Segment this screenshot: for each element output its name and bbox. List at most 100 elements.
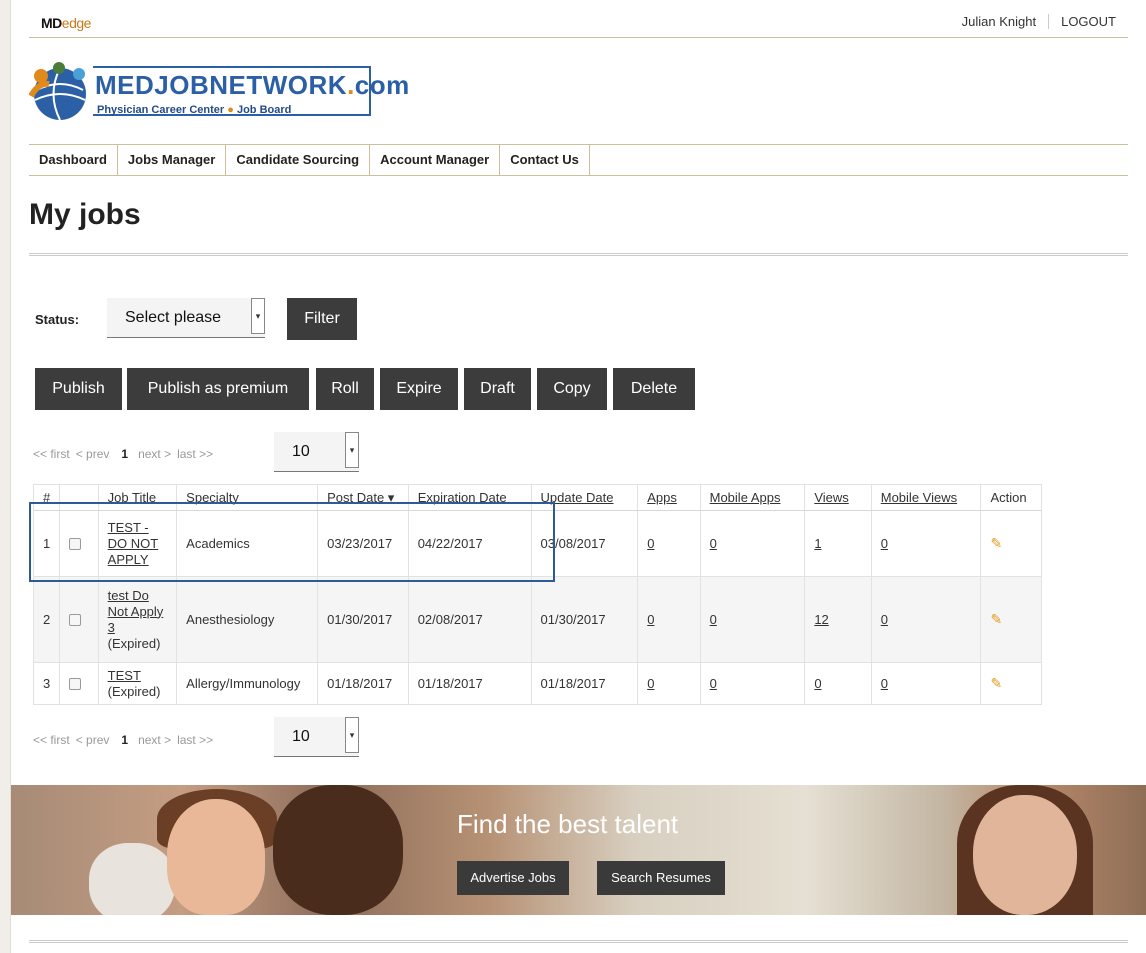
per-page-select-bottom[interactable]: 10 ▾ — [274, 717, 359, 757]
draft-button[interactable]: Draft — [464, 368, 531, 410]
col-expiration-date[interactable]: Expiration Date — [407, 484, 532, 511]
delete-button[interactable]: Delete — [613, 368, 695, 410]
row-checkbox-cell — [59, 662, 99, 705]
pencil-icon[interactable]: ✎ — [990, 535, 1002, 551]
job-title-link[interactable]: test Do Not Apply 3 — [108, 588, 164, 635]
nav-dashboard[interactable]: Dashboard — [29, 145, 118, 175]
col-post-date[interactable]: Post Date ▾ — [317, 484, 409, 511]
update-date-cell: 01/30/2017 — [530, 576, 639, 663]
col-apps[interactable]: Apps — [637, 484, 701, 511]
row-checkbox[interactable] — [69, 678, 82, 691]
publish-button[interactable]: Publish — [35, 368, 122, 410]
mobile-views-link[interactable]: 0 — [881, 612, 888, 627]
pager-next-link[interactable]: next > — [138, 733, 171, 747]
roll-button[interactable]: Roll — [316, 368, 374, 410]
per-page-select-top[interactable]: 10 ▾ — [274, 432, 359, 472]
search-resumes-button[interactable]: Search Resumes — [597, 861, 725, 895]
filter-button[interactable]: Filter — [287, 298, 357, 340]
col-mobile-apps[interactable]: Mobile Apps — [699, 484, 806, 511]
pager-first-link[interactable]: << first — [33, 447, 70, 461]
status-select-value: Select please — [125, 309, 222, 326]
user-name-link[interactable]: Julian Knight — [950, 14, 1050, 29]
logo-wordmark: MEDJOBNETWORK.com — [95, 70, 410, 101]
pager-current: 1 — [121, 733, 129, 747]
action-cell: ✎ — [980, 576, 1042, 663]
pencil-icon[interactable]: ✎ — [990, 675, 1002, 691]
caret-down-icon: ▾ — [345, 717, 359, 753]
post-date-cell: 01/18/2017 — [317, 662, 409, 705]
mdedge-logo[interactable]: MDedge — [41, 15, 91, 31]
table-row: 2 test Do Not Apply 3 (Expired) Anesthesi… — [32, 576, 1042, 663]
expiration-date-cell: 01/18/2017 — [407, 662, 532, 705]
apps-link[interactable]: 0 — [647, 536, 654, 551]
status-select[interactable]: Select please ▾ — [107, 298, 265, 338]
pager-next-link[interactable]: next > — [138, 447, 171, 461]
col-views[interactable]: Views — [804, 484, 872, 511]
apps-cell: 0 — [637, 576, 701, 663]
logo-tagline-bullet: ● — [227, 104, 234, 116]
publish-premium-button[interactable]: Publish as premium — [127, 368, 309, 410]
col-update-date[interactable]: Update Date — [530, 484, 639, 511]
col-job-title[interactable]: Job Title — [97, 484, 178, 511]
logo-wordmark-main: MEDJOBNETWORK — [95, 70, 348, 100]
mobile-apps-cell: 0 — [699, 662, 806, 705]
specialty-cell: Allergy/Immunology — [176, 662, 319, 705]
col-mobile-views[interactable]: Mobile Views — [870, 484, 982, 511]
nav-jobs-manager[interactable]: Jobs Manager — [118, 145, 227, 175]
job-status-suffix: (Expired) — [107, 683, 161, 699]
mobile-apps-link[interactable]: 0 — [710, 536, 717, 551]
job-title-link[interactable]: TEST — [108, 668, 141, 683]
apps-link[interactable]: 0 — [647, 612, 654, 627]
pager-last-link[interactable]: last >> — [177, 447, 213, 461]
logo-tagline: Physician Career Center ● Job Board — [97, 104, 291, 116]
nav-account-manager[interactable]: Account Manager — [370, 145, 501, 175]
expire-button[interactable]: Expire — [380, 368, 458, 410]
page-title: My jobs — [29, 198, 141, 231]
specialty-cell: Anesthesiology — [176, 576, 319, 663]
pager-current: 1 — [121, 447, 129, 461]
caret-down-icon: ▾ — [251, 298, 265, 334]
pager-last-link[interactable]: last >> — [177, 733, 213, 747]
job-title-link[interactable]: TEST - DO NOT APPLY — [108, 520, 159, 567]
mobile-views-link[interactable]: 0 — [881, 676, 888, 691]
logout-link[interactable]: LOGOUT — [1049, 14, 1128, 29]
apps-link[interactable]: 0 — [647, 676, 654, 691]
job-status-suffix: (Expired) — [107, 635, 161, 651]
medjobnetwork-logo[interactable]: MEDJOBNETWORK.com Physician Career Cente… — [29, 56, 409, 124]
row-checkbox[interactable] — [69, 614, 82, 627]
per-page-value: 10 — [292, 443, 310, 460]
pager-first-link[interactable]: << first — [33, 733, 70, 747]
mobile-apps-link[interactable]: 0 — [710, 676, 717, 691]
status-label: Status: — [35, 312, 80, 327]
mobile-views-link[interactable]: 0 — [881, 536, 888, 551]
mobile-views-cell: 0 — [870, 576, 982, 663]
col-specialty[interactable]: Specialty — [176, 484, 319, 511]
col-number: # — [32, 484, 61, 511]
nav-candidate-sourcing[interactable]: Candidate Sourcing — [226, 145, 371, 175]
views-link[interactable]: 12 — [814, 612, 828, 627]
advertise-jobs-button[interactable]: Advertise Jobs — [457, 861, 569, 895]
post-date-cell: 03/23/2017 — [317, 510, 409, 577]
pencil-icon[interactable]: ✎ — [990, 611, 1002, 627]
views-link[interactable]: 0 — [814, 676, 821, 691]
post-date-cell: 01/30/2017 — [317, 576, 409, 663]
row-checkbox[interactable] — [69, 538, 82, 551]
top-bar: MDedge Julian Knight LOGOUT — [29, 8, 1128, 38]
mobile-apps-link[interactable]: 0 — [710, 612, 717, 627]
nav-contact-us[interactable]: Contact Us — [500, 145, 590, 175]
woman-image — [973, 795, 1077, 915]
teddy-bear-image — [89, 843, 175, 915]
logo-wordmark-dot: . — [347, 70, 355, 100]
title-divider — [29, 253, 1128, 256]
pager-prev-link[interactable]: < prev — [76, 733, 110, 747]
copy-button[interactable]: Copy — [537, 368, 607, 410]
main-nav: Dashboard Jobs Manager Candidate Sourcin… — [29, 144, 1128, 176]
pager-prev-link[interactable]: < prev — [76, 447, 110, 461]
specialty-cell: Academics — [176, 510, 319, 577]
mdedge-logo-edge: edge — [61, 15, 92, 31]
logo-wordmark-tld: com — [354, 70, 410, 100]
user-links: Julian Knight LOGOUT — [950, 14, 1128, 29]
doctor-image — [273, 785, 403, 915]
action-cell: ✎ — [980, 662, 1042, 705]
views-link[interactable]: 1 — [814, 536, 821, 551]
